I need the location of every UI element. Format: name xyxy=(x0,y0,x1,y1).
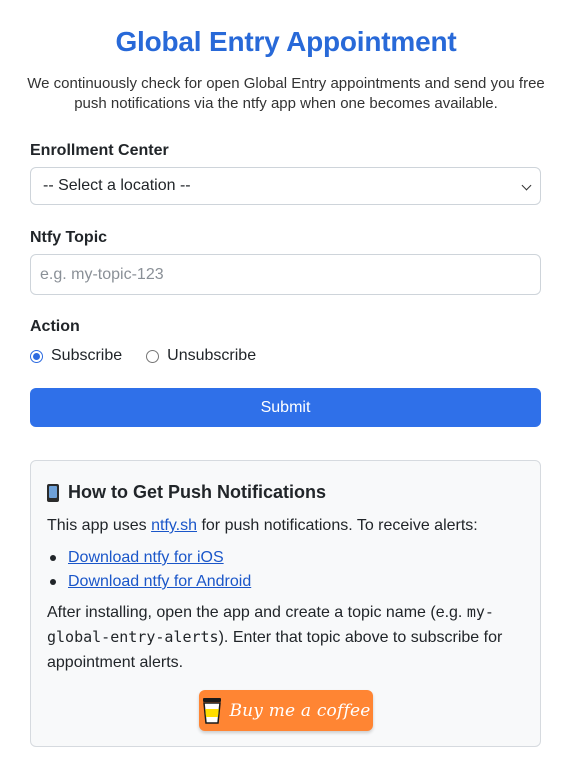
help-heading: How to Get Push Notifications xyxy=(47,482,326,503)
help-intro-text-before: This app uses xyxy=(47,517,152,534)
ntfy-sh-link[interactable]: ntfy.sh xyxy=(151,517,197,534)
push-notifications-help-panel: How to Get Push Notifications This app u… xyxy=(30,460,541,747)
action-label: Action xyxy=(30,318,80,335)
list-item: Download ntfy for iOS xyxy=(47,546,251,570)
unsubscribe-radio-label[interactable]: Unsubscribe xyxy=(167,347,256,365)
help-intro-text-after: for push notifications. To receive alert… xyxy=(197,517,478,534)
subscribe-radio[interactable] xyxy=(30,349,43,363)
ntfy-topic-label: Ntfy Topic xyxy=(30,229,108,246)
location-select[interactable]: -- Select a location -- xyxy=(30,167,541,205)
location-select-value: -- Select a location -- xyxy=(43,177,191,194)
help-heading-text: How to Get Push Notifications xyxy=(68,482,327,502)
buy-me-a-coffee-button[interactable]: Buy me a coffee xyxy=(199,690,373,731)
ntfy-topic-input[interactable] xyxy=(30,254,541,295)
action-radio-group: Subscribe Unsubscribe xyxy=(30,346,280,366)
enrollment-center-label: Enrollment Center xyxy=(30,142,169,159)
page-subtitle: We continuously check for open Global En… xyxy=(27,75,545,112)
download-android-link[interactable]: Download ntfy for Android xyxy=(68,573,251,590)
buy-me-a-coffee-label: Buy me a coffee xyxy=(229,700,371,721)
page-title: Global Entry Appointment xyxy=(115,26,457,57)
help-instructions: After installing, open the app and creat… xyxy=(47,600,537,675)
download-links-list: Download ntfy for iOS Download ntfy for … xyxy=(47,546,251,594)
unsubscribe-radio[interactable] xyxy=(146,349,160,363)
coffee-cup-icon xyxy=(203,697,222,724)
list-item: Download ntfy for Android xyxy=(47,570,251,594)
mobile-phone-icon xyxy=(47,483,59,502)
subscribe-radio-label[interactable]: Subscribe xyxy=(51,347,122,365)
chevron-down-icon xyxy=(521,180,532,191)
help-intro: This app uses ntfy.sh for push notificat… xyxy=(47,513,478,538)
help-instructions-before: After installing, open the app and creat… xyxy=(47,604,467,621)
submit-button[interactable]: Submit xyxy=(30,388,541,427)
download-ios-link[interactable]: Download ntfy for iOS xyxy=(68,549,224,566)
